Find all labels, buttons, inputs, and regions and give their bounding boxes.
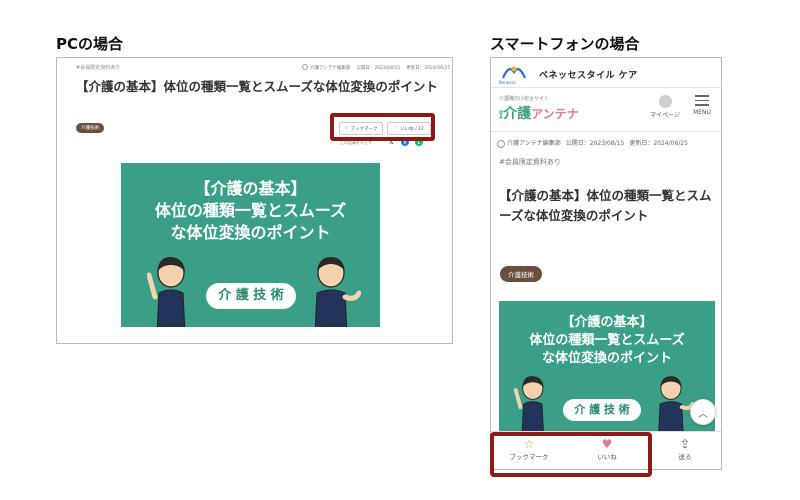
smartphone-screenshot: Benesse ベネッセスタイル ケア 介護職向け総合サイト ⟟介護アンテナ マ… (490, 57, 722, 470)
mypage-button[interactable]: マイページ (649, 95, 681, 119)
user-icon (658, 95, 672, 108)
banner-line-3: な体位変換のポイント (541, 351, 672, 366)
brand-header[interactable]: Benesse ベネッセスタイル ケア (499, 62, 638, 86)
site-logo-antenna: アンテナ (531, 107, 579, 121)
site-logo[interactable]: ⟟介護アンテナ (499, 103, 579, 123)
site-logo-kaigo: 介護 (503, 106, 532, 122)
banner-line-1: 【介護の基本】 (194, 179, 307, 198)
banner-line-3: な体位変換のポイント (170, 223, 331, 242)
article-meta: 介護アンテナ編集部 公開日：2023/08/15 更新日：2024/06/25 (302, 64, 452, 71)
header-divider-2 (491, 131, 721, 132)
banner-category-pill: 介 護 技 術 (563, 399, 641, 421)
pc-section-heading: PCの場合 (56, 35, 124, 53)
author-name[interactable]: 介護アンテナ編集部 (310, 66, 350, 71)
bottom-share-button[interactable]: ⇪ 送る (667, 437, 703, 461)
pc-buttons-highlight-box (330, 113, 435, 141)
banner-category-pill: 介 護 技 術 (206, 283, 296, 309)
article-hero-banner: 【介護の基本】 体位の種類一覧とスムーズ な体位変換のポイント 介 護 技 術 (121, 163, 380, 327)
category-badge[interactable]: 介護技術 (76, 123, 104, 133)
menu-icon (695, 95, 709, 106)
benesse-logo-caption: Benesse (499, 80, 516, 85)
sp-buttons-highlight-box (490, 432, 652, 477)
menu-label: MENU (693, 108, 711, 116)
author-name[interactable]: 介護アンテナ編集部 (507, 140, 561, 147)
menu-button[interactable]: MENU (687, 95, 717, 116)
caregiver-male-illustration (314, 257, 361, 327)
chevron-up-icon: ︿ (698, 408, 708, 420)
member-tag[interactable]: #会員限定資料あり (76, 64, 120, 71)
article-title: 【介護の基本】体位の種類一覧とスムーズな体位変換のポイント (499, 188, 712, 223)
mypage-label: マイページ (650, 112, 680, 119)
pc-screenshot: #会員限定資料あり 介護アンテナ編集部 公開日：2023/08/15 更新日：202… (56, 57, 453, 344)
author-avatar-icon (497, 139, 505, 148)
published-date: 公開日：2023/08/15 (565, 140, 625, 147)
benesse-logo: Benesse (499, 62, 529, 86)
caregiver-male-illustration (658, 376, 695, 433)
updated-date: 更新日：2024/06/25 (629, 140, 688, 147)
member-tag[interactable]: #会員限定資料あり (499, 157, 561, 167)
updated-date: 更新日：2024/06/25 (406, 65, 451, 71)
header-divider (491, 87, 721, 88)
published-date: 公開日：2023/08/15 (356, 65, 401, 71)
category-badge[interactable]: 介護技術 (500, 266, 542, 282)
banner-line-1: 【介護の基本】 (561, 315, 653, 330)
smartphone-section-heading: スマートフォンの場合 (490, 35, 640, 53)
site-subtitle: 介護職向け総合サイト (499, 96, 550, 102)
author-avatar-icon (302, 64, 308, 70)
banner-line-2: 体位の種類一覧とスムーズ (154, 201, 347, 220)
share-icon: ⇪ (679, 437, 691, 451)
article-title: 【介護の基本】体位の種類一覧とスムーズな体位変換のポイント (76, 79, 438, 94)
brand-name: ベネッセスタイル ケア (539, 70, 638, 81)
article-meta: 介護アンテナ編集部 公開日：2023/08/15 更新日：2024/06/25 (497, 138, 693, 148)
bottom-share-label: 送る (678, 453, 692, 461)
scroll-to-top-button[interactable]: ︿ (690, 399, 716, 425)
banner-line-2: 体位の種類一覧とスムーズ (529, 333, 685, 348)
caregiver-female-illustration (147, 256, 186, 327)
caregiver-female-illustration (513, 376, 544, 433)
article-hero-banner: 【介護の基本】 体位の種類一覧とスムーズ な体位変換のポイント 介 護 技 術 (499, 301, 715, 433)
